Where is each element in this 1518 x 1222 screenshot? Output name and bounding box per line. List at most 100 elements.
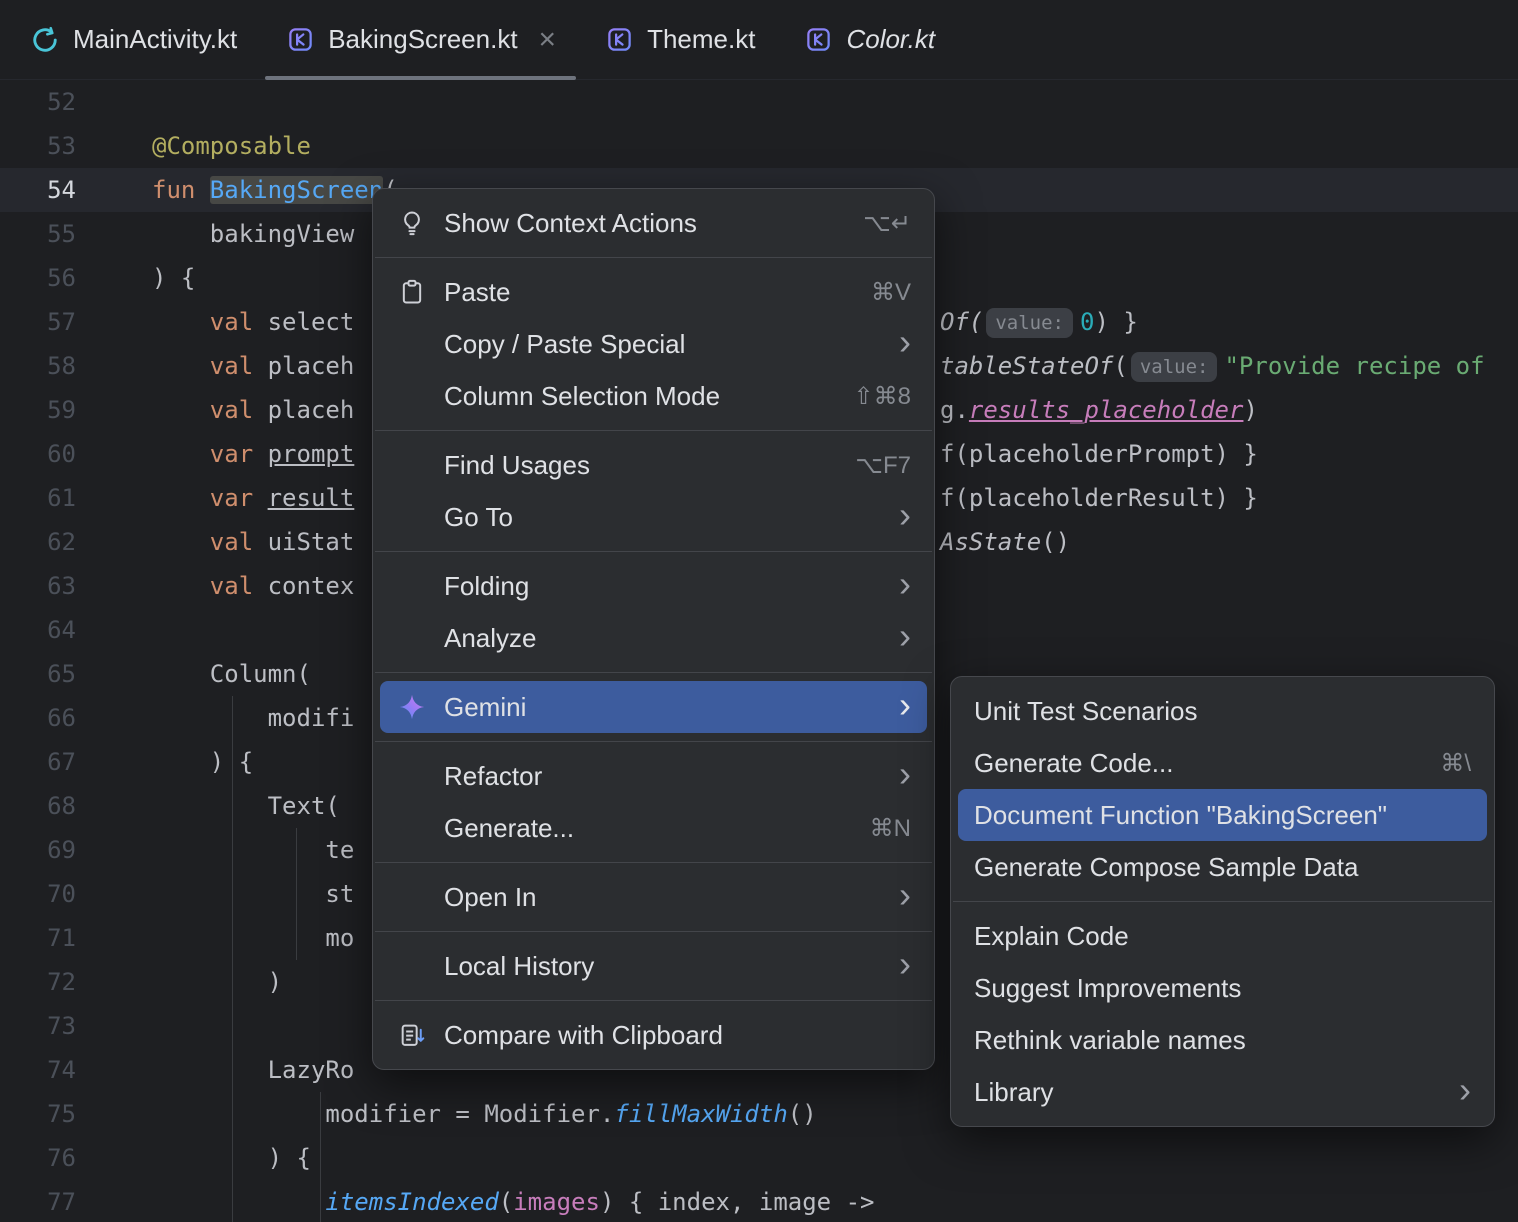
code-text: bakingView (152, 212, 355, 256)
menu-item-label: Rethink variable names (974, 1024, 1246, 1055)
tab-color-kt[interactable]: Color.kt (779, 0, 959, 79)
menu-item-find-usages[interactable]: Find Usages ⌥F7 (380, 439, 927, 491)
code-token: Text( (152, 792, 340, 820)
menu-item-open-in[interactable]: Open In › (380, 871, 927, 923)
menu-item-generate[interactable]: Generate... ⌘N (380, 802, 927, 854)
chevron-right-icon: › (1459, 1069, 1471, 1110)
chevron-right-icon: › (899, 874, 911, 915)
code-token: ) (1243, 396, 1258, 424)
menu-item-label: Generate Code... (974, 747, 1174, 778)
menu-item-rethink-variable-names[interactable]: Rethink variable names (958, 1014, 1487, 1066)
line-number: 74 (47, 1056, 76, 1084)
line-number: 71 (47, 924, 76, 952)
menu-item-gemini[interactable]: Gemini › (380, 681, 927, 733)
code-text: te (152, 828, 354, 872)
tab-theme-kt[interactable]: Theme.kt (580, 0, 779, 79)
code-token: Of( (940, 308, 984, 336)
menu-item-paste[interactable]: Paste ⌘V (380, 266, 927, 318)
menu-item-generate-code[interactable]: Generate Code... ⌘\ (958, 737, 1487, 789)
line-number: 72 (47, 968, 76, 996)
code-token: ( (1113, 352, 1128, 380)
code-token: placeh (253, 396, 355, 424)
code-text: val placeh (152, 388, 355, 432)
menu-item-analyze[interactable]: Analyze › (380, 612, 927, 664)
line-number: 58 (47, 352, 76, 380)
menu-item-label: Column Selection Mode (444, 380, 721, 411)
paste-icon (396, 276, 428, 308)
no-icon (396, 501, 428, 533)
code-token: Column( (152, 660, 311, 688)
line-number: 68 (47, 792, 76, 820)
menu-item-label: Library (974, 1076, 1054, 1107)
code-token: fillMaxWidth (614, 1100, 788, 1128)
menu-item-suggest-improvements[interactable]: Suggest Improvements (958, 962, 1487, 1014)
menu-shortcut: ⌘N (869, 814, 911, 842)
no-icon (396, 812, 428, 844)
code-token: 0 (1080, 308, 1095, 336)
no-icon (396, 328, 428, 360)
menu-item-copy-paste-special[interactable]: Copy / Paste Special › (380, 318, 927, 370)
code-token: tableStateOf (940, 352, 1114, 380)
code-text: st (152, 872, 354, 916)
menu-item-unit-test-scenarios[interactable]: Unit Test Scenarios (958, 685, 1487, 737)
menu-item-compare-with-clipboard[interactable]: Compare with Clipboard (380, 1009, 927, 1061)
code-text: modifier = Modifier.fillMaxWidth() (152, 1092, 816, 1136)
menu-item-label: Copy / Paste Special (444, 328, 686, 359)
chevron-right-icon: › (899, 321, 911, 362)
gemini-sparkle-icon (396, 691, 428, 723)
tab-label: MainActivity.kt (73, 24, 238, 54)
no-icon (396, 570, 428, 602)
code-line-53[interactable]: 53 @Composable (0, 124, 1518, 168)
tab-mainactivity-kt[interactable]: MainActivity.kt (6, 0, 261, 79)
code-text: fun BakingScreen( (152, 168, 398, 212)
menu-item-refactor[interactable]: Refactor › (380, 750, 927, 802)
code-token: contex (253, 572, 355, 600)
menu-item-document-function-bakingscreen[interactable]: Document Function "BakingScreen" (958, 789, 1487, 841)
line-number: 57 (47, 308, 76, 336)
menu-item-label: Suggest Improvements (974, 972, 1242, 1003)
code-text: mo (152, 916, 354, 960)
code-line-77[interactable]: 77 itemsIndexed(images) { index, image -… (0, 1180, 1518, 1222)
menu-item-folding[interactable]: Folding › (380, 560, 927, 612)
menu-item-label: Compare with Clipboard (444, 1019, 723, 1050)
tab-label: Theme.kt (647, 24, 756, 54)
code-token: @Composable (152, 132, 311, 160)
menu-item-show-context-actions[interactable]: Show Context Actions ⌥↵ (380, 197, 927, 249)
code-line-52[interactable]: 52 (0, 80, 1518, 124)
code-token: f(placeholderResult) } (940, 484, 1258, 512)
close-icon[interactable]: × (539, 24, 557, 55)
code-text-right: f(placeholderPrompt) } (940, 432, 1258, 476)
code-line-76[interactable]: 76 ) { (0, 1136, 1518, 1180)
menu-item-label: Folding (444, 570, 530, 601)
code-text: modifi (152, 696, 355, 740)
code-token: f(placeholderPrompt) } (940, 440, 1258, 468)
line-number: 65 (47, 660, 76, 688)
line-number: 52 (47, 88, 76, 116)
menu-item-local-history[interactable]: Local History › (380, 940, 927, 992)
menu-item-go-to[interactable]: Go To › (380, 491, 927, 543)
menu-item-column-selection-mode[interactable]: Column Selection Mode ⇧⌘8 (380, 370, 927, 422)
menu-item-generate-compose-sample-data[interactable]: Generate Compose Sample Data (958, 841, 1487, 893)
menu-item-explain-code[interactable]: Explain Code (958, 910, 1487, 962)
code-text: var prompt (152, 432, 355, 476)
gemini-submenu: Unit Test Scenarios Generate Code... ⌘\ Doc… (950, 676, 1495, 1127)
no-icon (396, 622, 428, 654)
tab-bakingscreen-kt[interactable]: BakingScreen.kt × (261, 0, 580, 80)
no-icon (396, 881, 428, 913)
no-icon (396, 449, 428, 481)
menu-item-label: Find Usages (444, 449, 590, 480)
line-number: 77 (47, 1188, 76, 1216)
menu-item-label: Open In (444, 881, 537, 912)
menu-separator (953, 901, 1492, 902)
menu-item-label: Refactor (444, 760, 543, 791)
chevron-right-icon: › (899, 615, 911, 656)
menu-separator (375, 741, 932, 742)
code-text-right: f(placeholderResult) } (940, 476, 1258, 520)
code-token: ( (498, 1188, 514, 1216)
menu-separator (375, 551, 932, 552)
menu-item-library[interactable]: Library › (958, 1066, 1487, 1118)
code-text: val uiStat (152, 520, 355, 564)
